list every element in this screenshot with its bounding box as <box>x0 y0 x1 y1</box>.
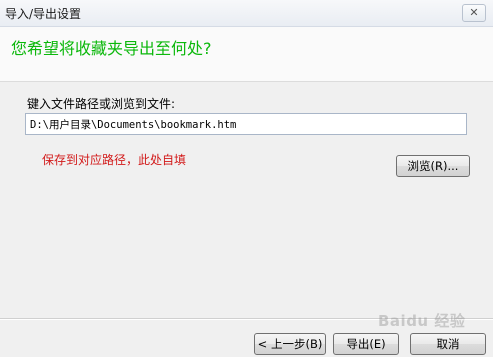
title-bar: 导入/导出设置 ✕ <box>0 0 493 27</box>
window-title: 导入/导出设置 <box>5 7 82 21</box>
page-heading: 您希望将收藏夹导出至何处? <box>11 39 212 58</box>
previous-button[interactable]: < 上一步(B) <box>254 333 326 355</box>
cancel-button[interactable]: 取消 <box>410 333 486 355</box>
path-label: 键入文件路径或浏览到文件: <box>27 97 176 111</box>
watermark: Baidu 经验 <box>378 312 466 330</box>
browse-button[interactable]: 浏览(R)... <box>396 155 470 177</box>
close-button[interactable]: ✕ <box>462 4 486 22</box>
close-icon: ✕ <box>469 6 479 19</box>
file-path-input[interactable]: D:\用户目录\Documents\bookmark.htm <box>25 113 467 135</box>
export-button[interactable]: 导出(E) <box>333 333 399 355</box>
annotation-text: 保存到对应路径，此处自填 <box>42 153 187 167</box>
